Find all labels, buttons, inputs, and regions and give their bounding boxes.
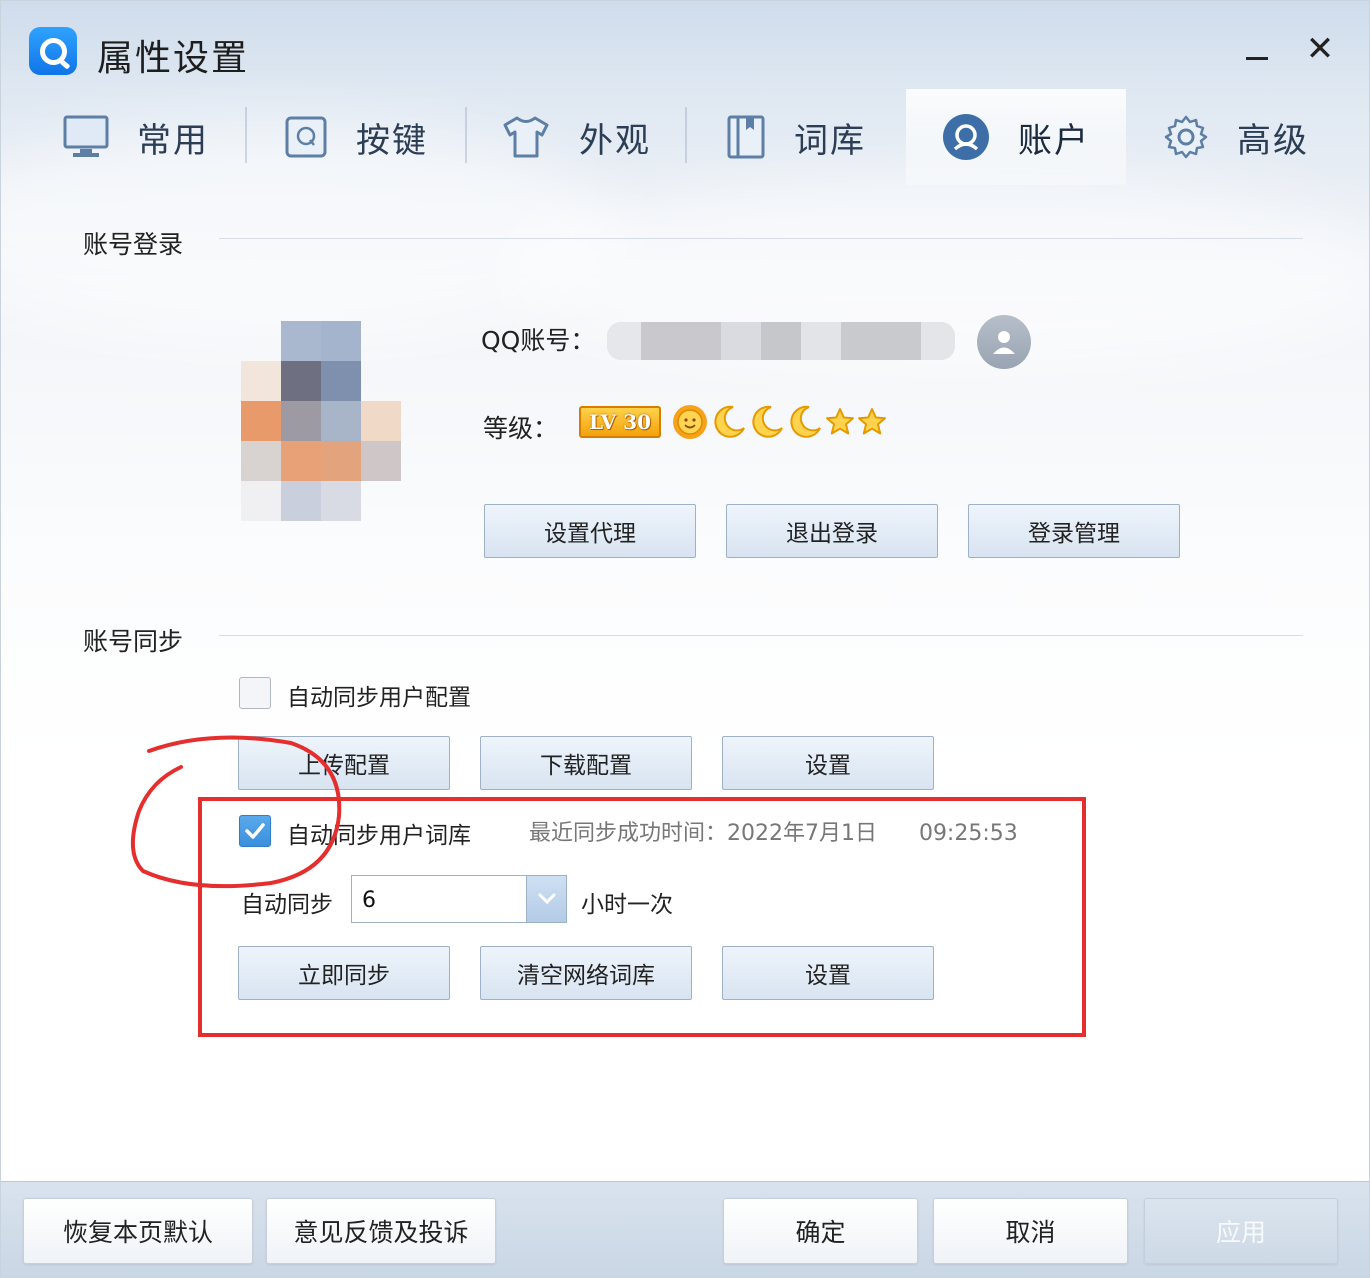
auto-sync-config-checkbox[interactable] — [239, 677, 271, 709]
settings-window: 属性设置 ✕ 常用 按键 外观 词库 账户 高级 账号登录 QQ账号： 等级： … — [0, 0, 1370, 1278]
feedback-button[interactable]: 意见反馈及投诉 — [266, 1198, 496, 1264]
dropdown-arrow[interactable] — [526, 876, 566, 922]
tab-keys[interactable]: 按键 — [246, 89, 466, 185]
minimize-button[interactable] — [1235, 29, 1279, 69]
tab-label: 词库 — [794, 120, 866, 161]
tab-account[interactable]: 账户 — [906, 89, 1126, 185]
app-logo-icon — [29, 27, 77, 75]
monitor-icon — [63, 115, 109, 157]
user-icon — [993, 331, 1015, 354]
last-sync-time: 最近同步成功时间：2022年7月1日 09:25:53 — [529, 821, 1018, 846]
tab-label: 外观 — [579, 120, 651, 161]
tab-label: 按键 — [356, 120, 428, 161]
restore-defaults-button[interactable]: 恢复本页默认 — [23, 1198, 253, 1264]
section-divider — [219, 635, 1303, 636]
tab-label: 高级 — [1237, 120, 1309, 161]
star-icon — [858, 408, 886, 435]
tab-appearance[interactable]: 外观 — [466, 89, 686, 185]
moon-icon — [752, 405, 783, 438]
minimize-icon — [1246, 56, 1268, 60]
qq-account-number — [607, 322, 955, 360]
tab-dictionary[interactable]: 词库 — [686, 89, 906, 185]
moon-icon — [714, 405, 745, 438]
upload-config-button[interactable]: 上传配置 — [238, 736, 450, 790]
checkmark-icon — [245, 823, 265, 839]
chevron-down-icon — [538, 893, 555, 905]
dict-settings-button[interactable]: 设置 — [722, 946, 934, 1000]
tab-common[interactable]: 常用 — [26, 89, 246, 185]
close-button[interactable]: ✕ — [1298, 29, 1342, 69]
sync-interval-prefix: 自动同步 — [241, 892, 333, 918]
moon-icon — [790, 405, 821, 438]
account-icon — [943, 114, 989, 160]
sun-icon — [673, 405, 707, 439]
book-icon — [727, 115, 765, 159]
tab-advanced[interactable]: 高级 — [1126, 89, 1346, 185]
tab-bar: 常用 按键 外观 词库 账户 高级 — [26, 89, 1346, 185]
auto-sync-dict-checkbox[interactable] — [239, 815, 271, 847]
ok-button[interactable]: 确定 — [723, 1198, 918, 1264]
tab-label: 账户 — [1018, 120, 1090, 161]
download-config-button[interactable]: 下载配置 — [480, 736, 692, 790]
login-manage-button[interactable]: 登录管理 — [968, 504, 1180, 558]
cancel-button[interactable]: 取消 — [933, 1198, 1128, 1264]
star-icon — [826, 408, 854, 435]
logout-button[interactable]: 退出登录 — [726, 504, 938, 558]
sync-interval-suffix: 小时一次 — [581, 892, 673, 918]
tab-label: 常用 — [137, 120, 209, 161]
set-proxy-button[interactable]: 设置代理 — [484, 504, 696, 558]
auto-sync-config-label: 自动同步用户配置 — [287, 685, 471, 711]
keyboard-key-icon — [285, 116, 327, 158]
clear-network-dict-button[interactable]: 清空网络词库 — [480, 946, 692, 1000]
gear-icon — [1164, 115, 1208, 159]
sync-interval-select[interactable]: 6 — [351, 875, 567, 923]
level-badge: LV 30 — [579, 406, 661, 438]
section-divider — [219, 238, 1303, 239]
switch-account-button[interactable] — [977, 315, 1031, 369]
section-title-login: 账号登录 — [83, 230, 184, 259]
section-title-sync: 账号同步 — [83, 627, 184, 656]
window-title: 属性设置 — [97, 38, 250, 79]
tshirt-icon — [503, 116, 549, 158]
qq-account-label: QQ账号： — [481, 326, 596, 355]
sync-interval-value: 6 — [362, 888, 376, 913]
level-label: 等级： — [483, 414, 559, 443]
avatar[interactable] — [241, 321, 401, 521]
sync-now-button[interactable]: 立即同步 — [238, 946, 450, 1000]
auto-sync-dict-label: 自动同步用户词库 — [287, 823, 471, 849]
apply-button[interactable]: 应用 — [1144, 1198, 1338, 1264]
config-settings-button[interactable]: 设置 — [722, 736, 934, 790]
level-icons — [671, 403, 887, 441]
